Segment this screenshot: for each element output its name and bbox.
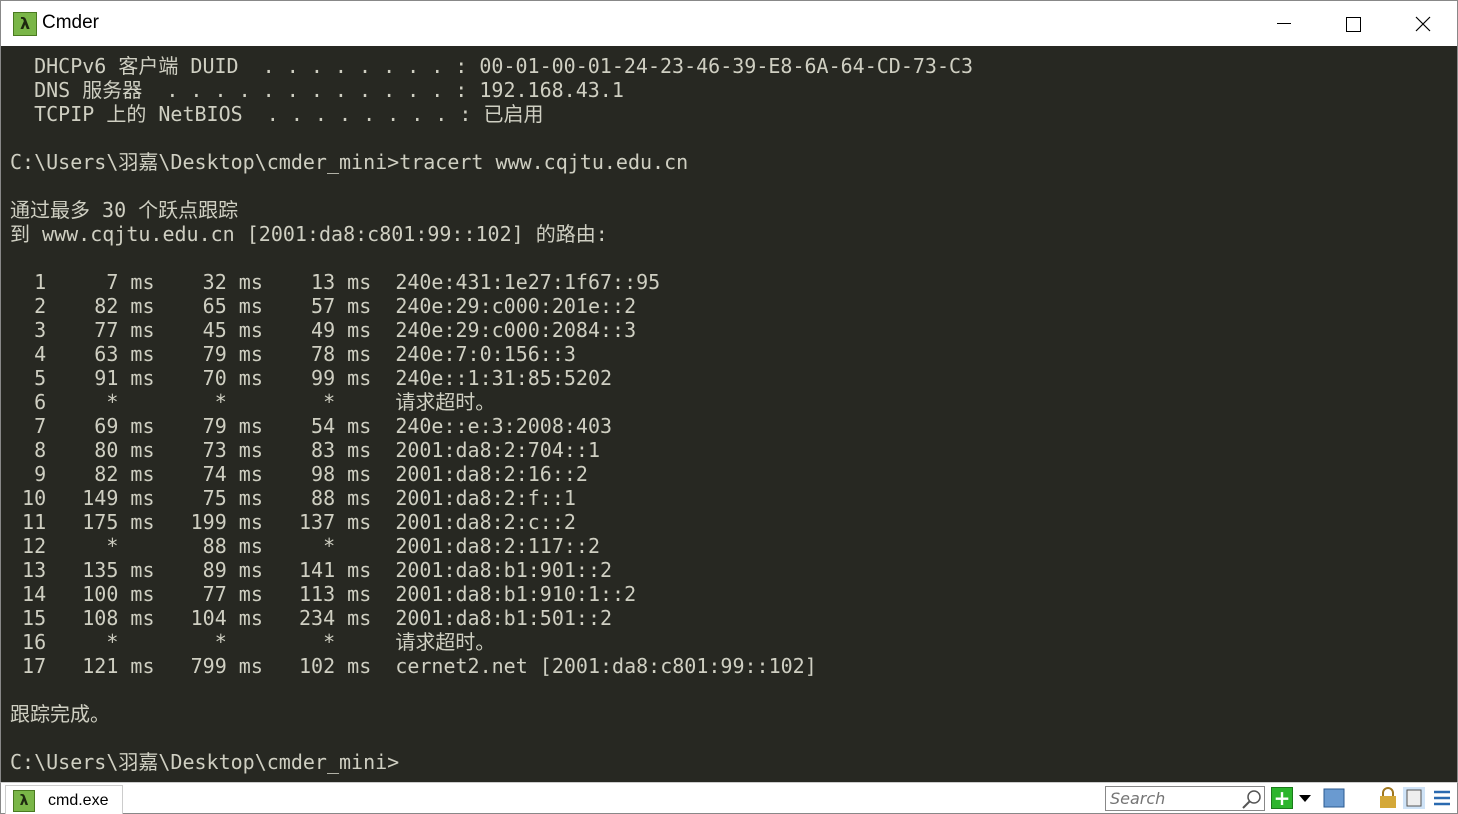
close-button[interactable]: [1388, 1, 1458, 47]
console-line: 3 77 ms 45 ms 49 ms 240e:29:c000:2084::3: [10, 318, 637, 342]
maximize-icon: [1345, 16, 1361, 32]
console-line: 11 175 ms 199 ms 137 ms 2001:da8:2:c::2: [10, 510, 576, 534]
console-line: C:\Users\羽嘉\Desktop\cmder_mini>: [10, 750, 400, 774]
console-line: 9 82 ms 74 ms 98 ms 2001:da8:2:16::2: [10, 462, 588, 486]
console-line: 到 www.cqjtu.edu.cn [2001:da8:c801:99::10…: [10, 222, 608, 246]
console-line: DNS 服务器 . . . . . . . . . . . . : 192.16…: [10, 78, 624, 102]
new-console-button[interactable]: +: [1271, 787, 1293, 809]
chevron-down-icon[interactable]: [1299, 795, 1311, 802]
console-line: 1 7 ms 32 ms 13 ms 240e:431:1e27:1f67::9…: [10, 270, 661, 294]
window-title: Cmder: [42, 12, 100, 33]
console-line: 通过最多 30 个跃点跟踪: [10, 198, 239, 222]
tab-cmd-exe[interactable]: λ cmd.exe: [5, 785, 123, 814]
console-line: 2 82 ms 65 ms 57 ms 240e:29:c000:201e::2: [10, 294, 637, 318]
console-line: 15 108 ms 104 ms 234 ms 2001:da8:b1:501:…: [10, 606, 613, 630]
console-line: 17 121 ms 799 ms 102 ms cernet2.net [200…: [10, 654, 817, 678]
console-line: 8 80 ms 73 ms 83 ms 2001:da8:2:704::1: [10, 438, 601, 462]
console-line: 16 * * * 请求超时。: [10, 630, 496, 654]
console-line: 4 63 ms 79 ms 78 ms 240e:7:0:156::3: [10, 342, 576, 366]
console-line: 6 * * * 请求超时。: [10, 390, 496, 414]
console-line: 10 149 ms 75 ms 88 ms 2001:da8:2:f::1: [10, 486, 576, 510]
tab-label: cmd.exe: [48, 792, 109, 809]
menu-icon[interactable]: [1431, 787, 1453, 809]
console-line: 跟踪完成。: [10, 702, 110, 726]
console-lines: DHCPv6 客户端 DUID . . . . . . . . : 00-01-…: [10, 54, 973, 774]
close-icon: [1415, 16, 1431, 32]
lambda-icon: λ: [13, 790, 35, 812]
maximize-button[interactable]: [1318, 1, 1388, 47]
console-line: DHCPv6 客户端 DUID . . . . . . . . : 00-01-…: [10, 54, 974, 78]
title-bar: λ Cmder: [0, 0, 1458, 46]
minimize-button[interactable]: [1249, 1, 1319, 47]
console-line: 14 100 ms 77 ms 113 ms 2001:da8:b1:910:1…: [10, 582, 637, 606]
lambda-icon: λ: [13, 12, 37, 36]
console-line: 5 91 ms 70 ms 99 ms 240e::1:31:85:5202: [10, 366, 613, 390]
console-view-icon[interactable]: [1323, 787, 1345, 809]
console-line: C:\Users\羽嘉\Desktop\cmder_mini>tracert w…: [10, 150, 689, 174]
lock-icon[interactable]: [1377, 787, 1399, 809]
split-view-icon[interactable]: [1403, 787, 1425, 809]
console-line: 12 * 88 ms * 2001:da8:2:117::2: [10, 534, 601, 558]
console-line: 7 69 ms 79 ms 54 ms 240e::e:3:2008:403: [10, 414, 613, 438]
minimize-icon: [1277, 23, 1291, 24]
console-line: TCPIP 上的 NetBIOS . . . . . . . . : 已启用: [10, 102, 544, 126]
search-icon[interactable]: [1241, 788, 1263, 810]
console-output[interactable]: DHCPv6 客户端 DUID . . . . . . . . : 00-01-…: [0, 46, 1458, 782]
console-line: 13 135 ms 89 ms 141 ms 2001:da8:b1:901::…: [10, 558, 613, 582]
status-bar: λ cmd.exe +: [0, 782, 1458, 814]
